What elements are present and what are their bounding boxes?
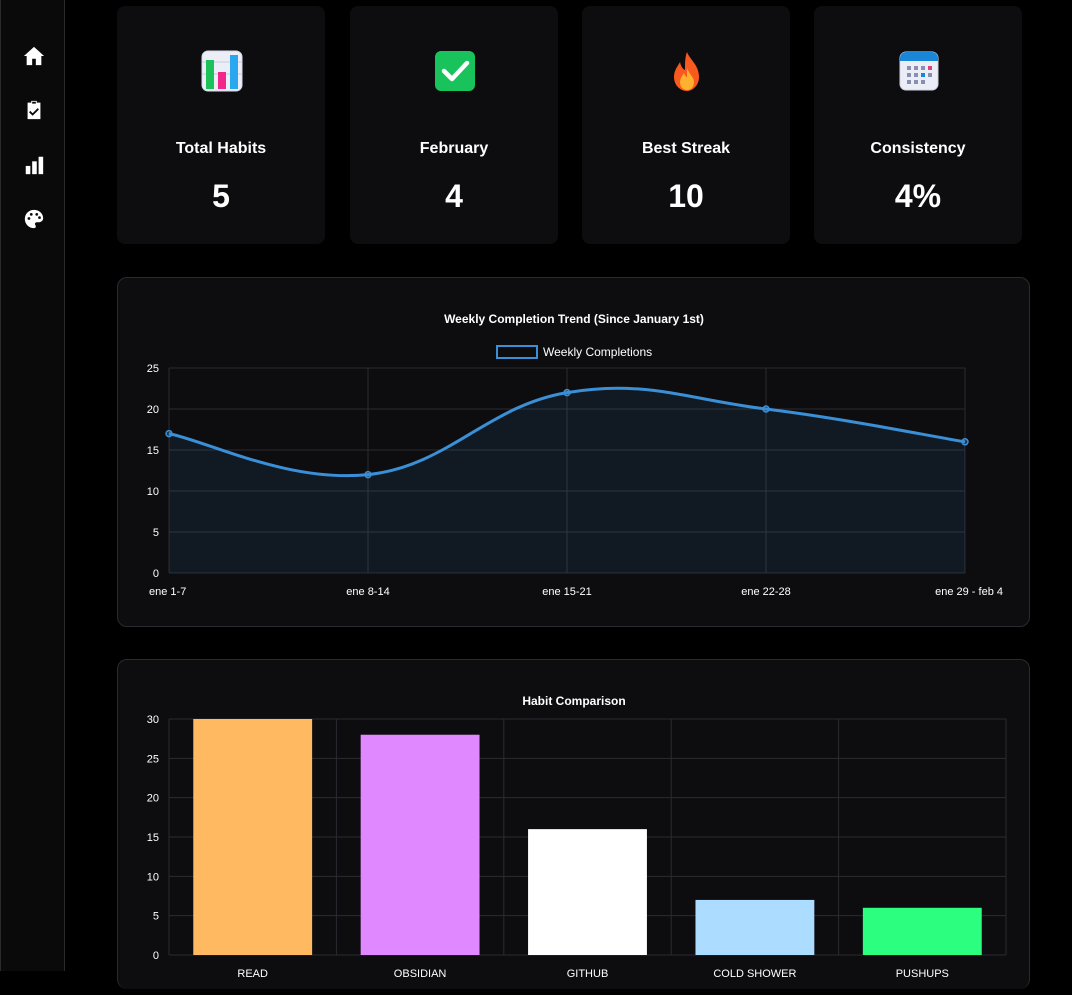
stat-value: 4% [894,178,942,214]
x-tick-label: OBSIDIAN [394,968,447,980]
y-tick-label: 30 [147,714,159,726]
legend-label[interactable]: Weekly Completions [543,345,652,359]
stat-card-consistency: Consistency 4% [814,6,1022,244]
bar[interactable] [695,899,815,955]
y-tick-label: 5 [153,911,159,923]
y-tick-label: 10 [147,486,159,498]
stats-icon[interactable] [21,152,47,178]
y-tick-label: 25 [147,363,159,375]
stat-label: Consistency [870,140,966,157]
habit-comparison-chart: Habit Comparison 0 5 10 15 20 25 30 READ OBSIDI… [147,694,1007,980]
bar[interactable] [193,719,313,955]
legend-swatch [496,345,538,359]
y-tick-label: 10 [147,871,159,883]
stat-value: 10 [668,178,704,214]
clipboard-check-icon[interactable] [21,97,47,123]
data-point[interactable] [961,438,969,446]
y-tick-label: 0 [153,950,159,962]
data-point[interactable] [762,405,770,413]
x-tick-label: ene 22-28 [741,586,791,598]
y-tick-label: 15 [147,445,159,457]
check-mark-icon [434,50,476,92]
home-icon[interactable] [21,43,47,69]
y-tick-label: 15 [147,832,159,844]
weekly-trend-chart: Weekly Completion Trend (Since January 1… [147,312,1003,598]
x-tick-label: COLD SHOWER [713,968,796,980]
bar[interactable] [360,734,480,955]
y-tick-label: 25 [147,753,159,765]
bar-chart-icon [201,50,243,92]
data-point[interactable] [563,388,571,397]
stat-label: Best Streak [641,140,731,157]
stat-label: Total Habits [175,140,267,157]
stat-value: 5 [212,178,230,214]
data-point[interactable] [165,429,173,438]
stat-label: February [419,140,489,157]
bar[interactable] [862,907,982,955]
stat-value: 4 [445,178,463,214]
stat-card-february: February 4 [350,6,558,244]
data-point[interactable] [364,470,372,479]
bar[interactable] [528,829,647,955]
x-tick-label: ene 15-21 [542,586,592,598]
y-tick-label: 5 [153,527,159,539]
x-tick-label: READ [237,968,268,980]
x-tick-label: GITHUB [567,968,609,980]
y-tick-label: 20 [147,404,159,416]
calendar-icon [898,50,940,92]
stat-card-best-streak: Best Streak 10 [582,6,790,244]
y-tick-label: 0 [153,568,159,580]
chart-title: Habit Comparison [522,694,625,708]
y-tick-label: 20 [147,793,159,805]
chart-title: Weekly Completion Trend (Since January 1… [444,312,704,326]
habit-comparison-panel: Habit Comparison 0 5 10 15 20 25 30 READ OBSIDI… [117,659,1030,989]
x-tick-label: PUSHUPS [896,968,949,980]
area-fill [169,388,965,573]
x-tick-label: ene 29 - feb 4 [935,586,1003,598]
weekly-trend-panel: Weekly Completion Trend (Since January 1… [117,277,1030,627]
stat-card-total-habits: Total Habits 5 [117,6,325,244]
palette-icon[interactable] [21,206,47,232]
x-tick-label: ene 1-7 [149,586,186,598]
x-tick-label: ene 8-14 [346,586,389,598]
sidebar [0,0,65,971]
fire-icon [666,50,708,92]
